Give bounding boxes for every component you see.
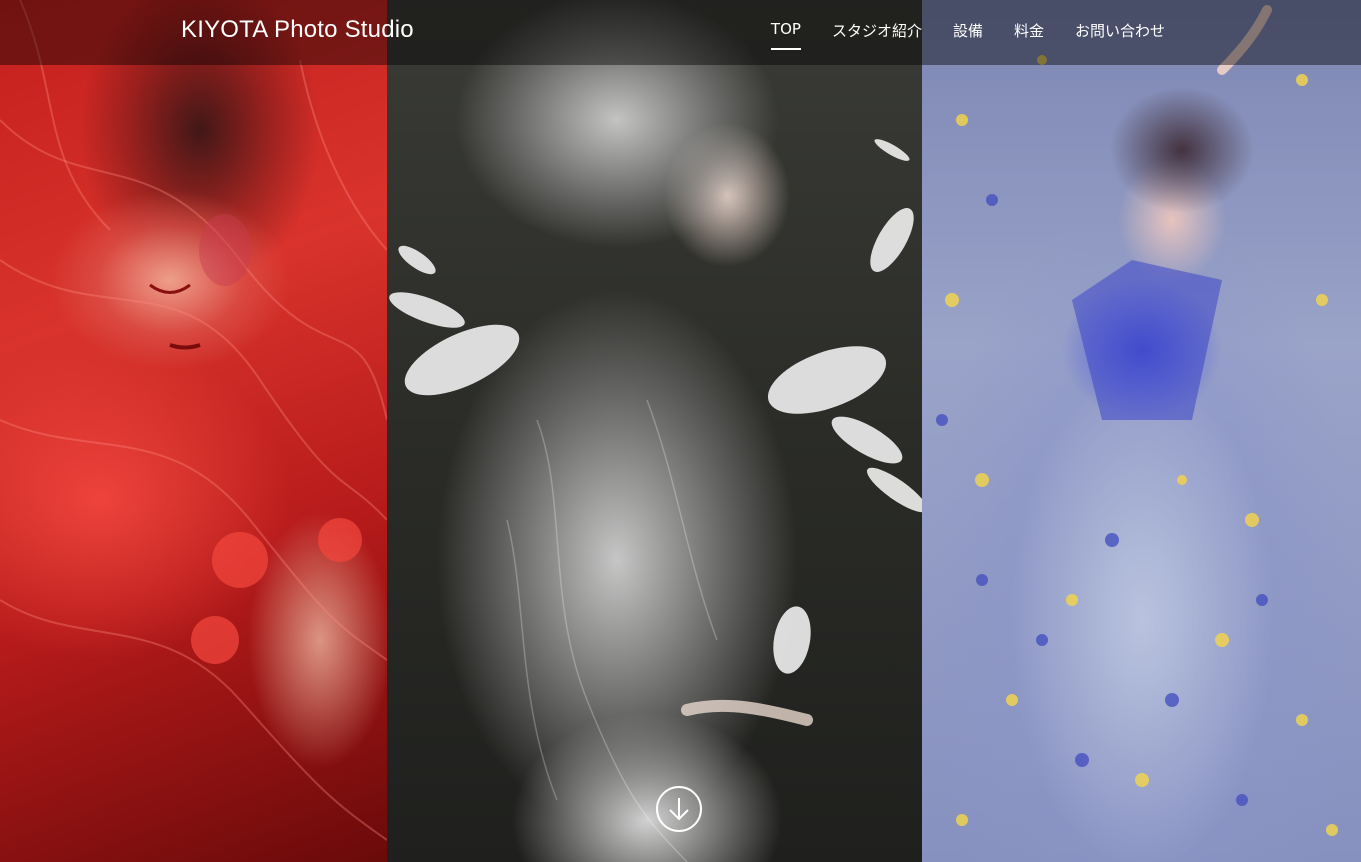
hero-photo-red — [0, 0, 387, 862]
site-logo[interactable]: KIYOTA Photo Studio — [181, 16, 414, 44]
floral-gown-illustration — [936, 5, 1338, 836]
hero-gallery — [0, 0, 1361, 862]
scroll-down-button[interactable] — [656, 786, 702, 832]
nav-item-pricing[interactable]: 料金 — [1014, 20, 1044, 47]
nav-item-top[interactable]: TOP — [770, 20, 801, 50]
arrow-down-circle-icon — [669, 798, 689, 821]
hero-photo-monochrome — [387, 0, 922, 862]
nav-item-contact[interactable]: お問い合わせ — [1075, 20, 1165, 47]
site-header: KIYOTA Photo Studio TOP スタジオ紹介 設備 料金 お問い… — [0, 0, 1361, 65]
hero-photo-floral-blue — [922, 0, 1361, 862]
main-nav: TOP スタジオ紹介 設備 料金 お問い合わせ — [770, 20, 1165, 50]
feather-illustration — [389, 139, 922, 862]
nav-item-studio-intro[interactable]: スタジオ紹介 — [832, 20, 922, 47]
red-veil-illustration — [0, 0, 387, 841]
nav-item-equipment[interactable]: 設備 — [953, 20, 983, 47]
